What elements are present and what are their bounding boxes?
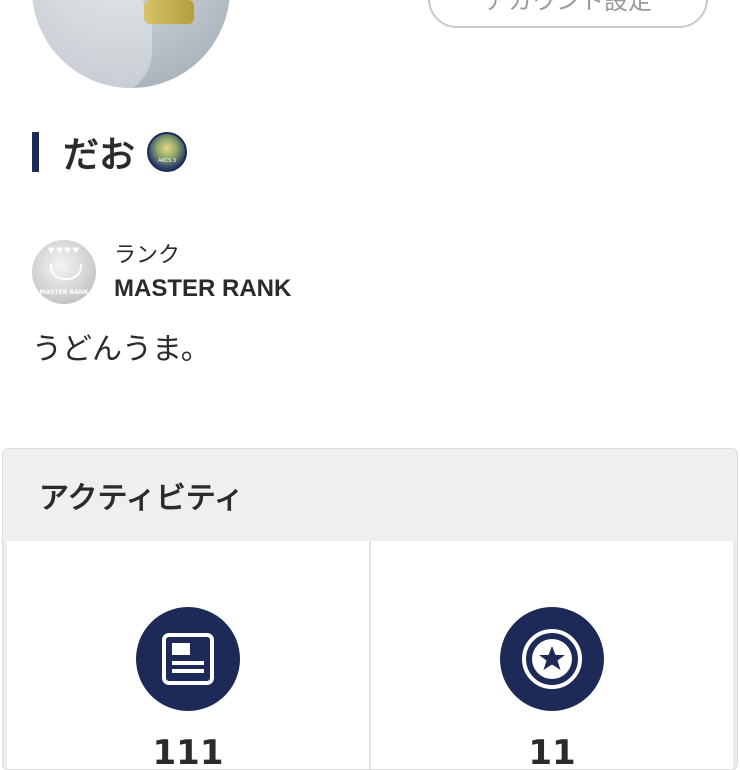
star-circle-icon bbox=[500, 607, 604, 711]
avatar-photo-detail bbox=[32, 0, 152, 88]
rank-text: ランク MASTER RANK bbox=[114, 240, 291, 304]
activity-card: アクティビティ 111 11 bbox=[2, 448, 738, 770]
badge-text: ARCS 3 bbox=[157, 158, 177, 164]
article-icon bbox=[136, 607, 240, 711]
rank-block: ♥♥♥♥ MASTER RANK ランク MASTER RANK bbox=[32, 240, 291, 304]
master-rank-icon: ♥♥♥♥ MASTER RANK bbox=[32, 240, 96, 304]
activity-title: アクティビティ bbox=[3, 449, 737, 541]
profile-bio: うどんうま。 bbox=[32, 332, 211, 367]
activity-item-articles[interactable]: 111 bbox=[7, 541, 369, 769]
profile-badge-icon: ARCS 3 bbox=[147, 132, 188, 172]
account-settings-button[interactable]: アカウント設定 bbox=[428, 0, 708, 28]
rank-hearts: ♥♥♥♥ bbox=[47, 246, 81, 255]
rank-icon-label: MASTER RANK bbox=[39, 289, 89, 296]
name-accent-bar bbox=[32, 132, 39, 172]
avatar-photo-detail bbox=[144, 0, 194, 24]
bowl-shape bbox=[50, 264, 82, 280]
rank-caption: ランク bbox=[114, 243, 181, 268]
activity-item-favorites[interactable]: 11 bbox=[369, 541, 733, 769]
profile-name: だお bbox=[63, 135, 136, 176]
profile-avatar bbox=[32, 0, 230, 88]
rank-value: MASTER RANK bbox=[114, 275, 292, 302]
profile-name-row: だお ARCS 3 bbox=[32, 132, 188, 176]
activity-count: 11 bbox=[528, 733, 576, 770]
activity-body: 111 11 bbox=[3, 541, 737, 769]
activity-count: 111 bbox=[152, 733, 224, 770]
